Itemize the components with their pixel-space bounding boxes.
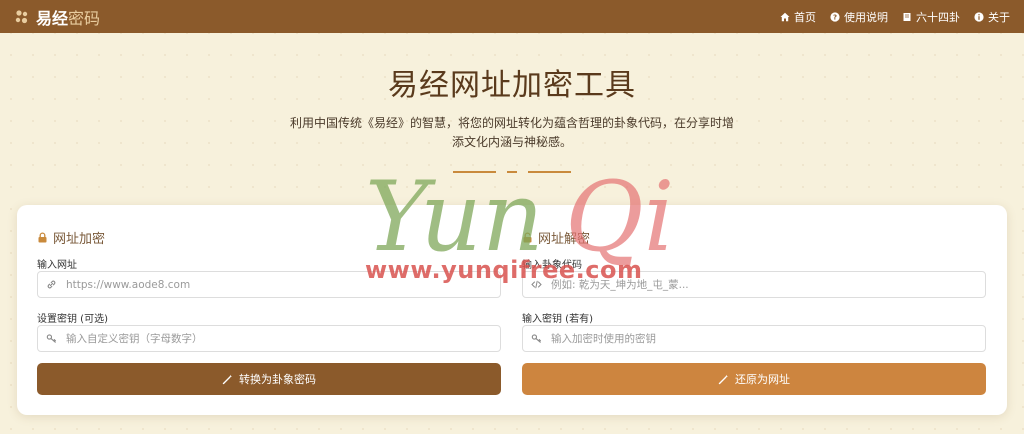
magic-wand-icon xyxy=(222,374,232,384)
unlock-icon xyxy=(523,232,532,243)
nav-home-label: 首页 xyxy=(794,10,816,24)
encrypt-title-text: 网址加密 xyxy=(53,232,106,247)
nav-about[interactable]: 关于 xyxy=(974,9,1010,25)
code-icon xyxy=(531,280,542,289)
magic-wand-icon xyxy=(718,374,728,384)
brand-sub: 密码 xyxy=(68,8,101,28)
divider-right xyxy=(528,171,571,173)
encrypt-button-label: 转换为卦象密码 xyxy=(239,373,316,386)
divider-left xyxy=(453,171,496,173)
info-circle-icon xyxy=(974,11,984,22)
yin-yang-logo-icon xyxy=(15,9,28,23)
decrypt-key-label: 输入密钥 (若有) xyxy=(522,314,593,325)
encrypt-key-label: 设置密钥 (可选) xyxy=(37,314,108,325)
code-input[interactable] xyxy=(551,278,971,291)
lock-icon xyxy=(38,232,47,243)
brand-main: 易经 xyxy=(36,8,69,28)
key-icon xyxy=(46,334,56,343)
encrypt-key-field[interactable] xyxy=(37,325,501,352)
nav-about-label: 关于 xyxy=(988,10,1010,24)
svg-text:?: ? xyxy=(833,13,837,21)
key-icon xyxy=(531,334,541,343)
encrypt-title: 网址加密 xyxy=(37,228,105,247)
code-label: 输入卦象代码 xyxy=(522,260,582,271)
book-icon xyxy=(903,12,911,21)
nav-help-label: 使用说明 xyxy=(844,10,888,24)
top-navbar: 易经 密码 首页 ? 使用说明 六十四卦 关于 xyxy=(0,0,1024,33)
url-input[interactable] xyxy=(66,278,486,291)
nav-help[interactable]: ? 使用说明 xyxy=(830,9,888,25)
nav-home[interactable]: 首页 xyxy=(780,9,816,25)
decrypt-key-field[interactable] xyxy=(522,325,986,352)
page-description: 利用中国传统《易经》的智慧，将您的网址转化为蕴含哲理的卦象代码，在分享时增添文化… xyxy=(289,116,734,149)
decrypt-title: 网址解密 xyxy=(522,228,590,247)
nav-hexagrams-label: 六十四卦 xyxy=(916,10,960,24)
code-field[interactable] xyxy=(522,271,986,298)
url-label: 输入网址 xyxy=(37,260,77,271)
home-icon xyxy=(780,12,790,21)
decrypt-title-text: 网址解密 xyxy=(538,232,591,247)
encrypt-button[interactable]: 转换为卦象密码 xyxy=(37,363,501,395)
link-icon xyxy=(47,280,56,289)
url-field[interactable] xyxy=(37,271,501,298)
page-title: 易经网址加密工具 xyxy=(388,68,636,103)
decrypt-button-label: 还原为网址 xyxy=(735,373,790,386)
nav-hexagrams[interactable]: 六十四卦 xyxy=(902,9,960,25)
crypto-card: 网址加密 输入网址 设置密钥 (可选) 转换为卦象密码 网址解密 输入卦象代码 … xyxy=(17,205,1007,415)
decrypt-key-input[interactable] xyxy=(551,332,971,345)
brand[interactable]: 易经 密码 xyxy=(14,5,100,29)
divider-center xyxy=(507,171,517,173)
nav-menu: 首页 ? 使用说明 六十四卦 关于 xyxy=(780,9,1010,25)
encrypt-key-input[interactable] xyxy=(66,332,486,345)
decrypt-button[interactable]: 还原为网址 xyxy=(522,363,986,395)
question-circle-icon: ? xyxy=(830,11,840,22)
